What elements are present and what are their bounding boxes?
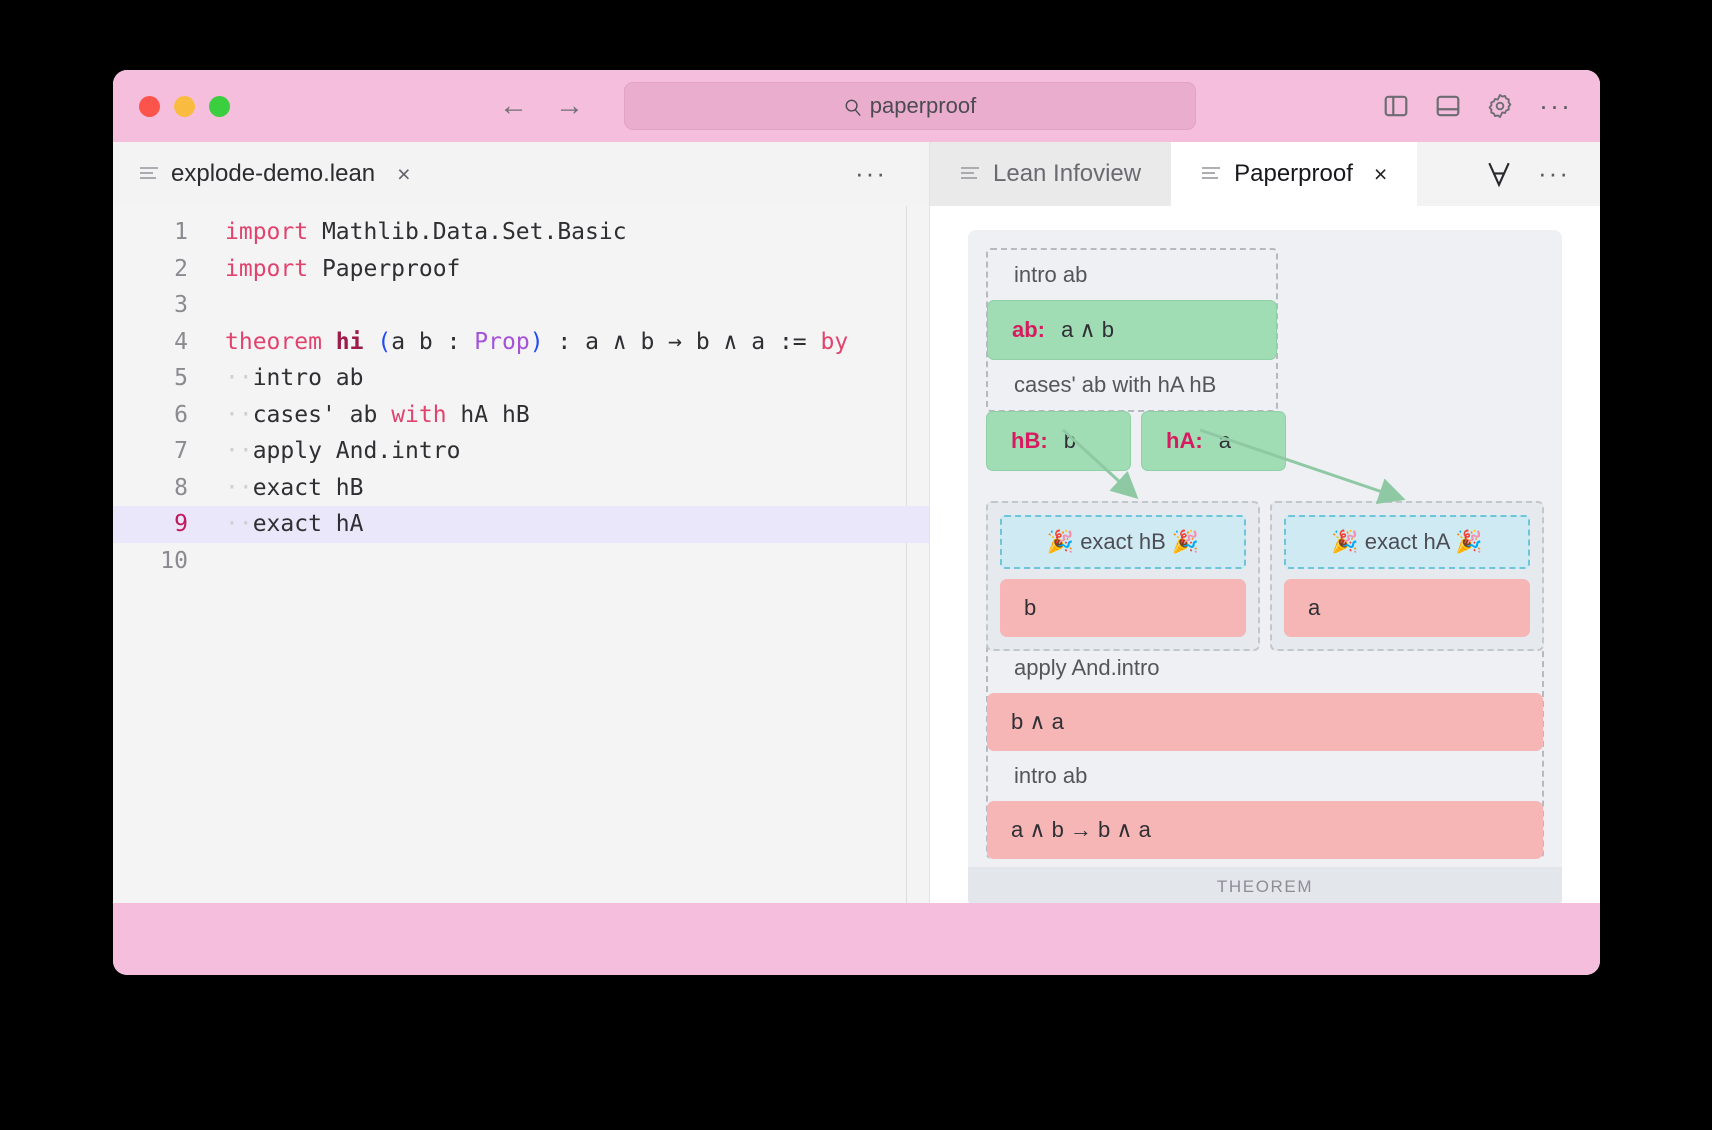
line-number-5: 5 bbox=[174, 365, 188, 392]
close-icon[interactable]: × bbox=[1374, 162, 1387, 186]
code-editor[interactable]: 1 import Mathlib.Data.Set.Basic 2 import Pa… bbox=[113, 206, 929, 903]
toggle-sidebar-icon[interactable] bbox=[1383, 93, 1409, 119]
window-body: explode-demo.lean × ··· 1 import Mathlib.… bbox=[113, 142, 1600, 903]
close-window-button[interactable] bbox=[139, 95, 160, 117]
code-line-1[interactable]: 1 import Mathlib.Data.Set.Basic bbox=[113, 214, 929, 251]
goal-b[interactable]: b bbox=[1000, 579, 1246, 637]
screenshot-root: ← → paperproof ··· explode-demo.lean × ·… bbox=[0, 0, 1712, 1130]
code-text-4: theorem hi (a b : Prop) : a ∧ b → b ∧ a … bbox=[225, 328, 849, 355]
hypothesis-ab-name: ab: bbox=[1012, 317, 1045, 342]
file-lines-icon bbox=[960, 166, 980, 182]
command-search-bar[interactable]: paperproof bbox=[624, 82, 1196, 130]
gear-icon[interactable] bbox=[1487, 93, 1513, 119]
tab-paperproof[interactable]: Paperproof × bbox=[1171, 142, 1418, 206]
hypothesis-ab[interactable]: ab: a ∧ b bbox=[987, 300, 1277, 360]
tab-label-paperproof: Paperproof bbox=[1234, 160, 1353, 187]
panel-overflow-menu[interactable]: ··· bbox=[1538, 161, 1570, 186]
tactic-label-intro-ab-top[interactable]: intro ab bbox=[988, 250, 1276, 300]
code-line-6[interactable]: 6 ··cases' ab with hA hB bbox=[113, 397, 929, 434]
tactic-label-intro-ab-bottom[interactable]: intro ab bbox=[988, 751, 1542, 801]
panel-actions: ··· bbox=[1486, 160, 1570, 188]
goal-implication[interactable]: a ∧ b → b ∧ a bbox=[987, 801, 1543, 859]
toggle-panel-icon[interactable] bbox=[1435, 93, 1461, 119]
code-text-9: ··exact hA bbox=[225, 511, 364, 538]
goal-b-and-a[interactable]: b ∧ a bbox=[987, 693, 1543, 751]
window-footer-strip bbox=[113, 903, 1600, 975]
tactic-group-apply-intro: apply And.intro b ∧ a intro ab a ∧ b → b… bbox=[986, 643, 1544, 859]
maximize-window-button[interactable] bbox=[209, 95, 230, 117]
code-text-5: ··intro ab bbox=[225, 365, 364, 392]
side-panel: Lean Infoview Paperproof × ··· intro ab … bbox=[930, 142, 1600, 903]
code-line-3[interactable]: 3 bbox=[113, 287, 929, 324]
line-number-8: 8 bbox=[174, 474, 188, 501]
search-input-value: paperproof bbox=[869, 93, 977, 118]
code-line-7[interactable]: 7 ··apply And.intro bbox=[113, 433, 929, 470]
editor-overflow-menu[interactable]: ··· bbox=[855, 161, 887, 186]
tactic-done-exact-hA[interactable]: 🎉 exact hA 🎉 bbox=[1284, 515, 1530, 569]
hypothesis-hB[interactable]: hB: b bbox=[986, 411, 1131, 471]
code-line-8[interactable]: 8 ··exact hB bbox=[113, 470, 929, 507]
hypothesis-hB-name: hB: bbox=[1011, 428, 1048, 453]
code-line-2[interactable]: 2 import Paperproof bbox=[113, 251, 929, 288]
code-text-7: ··apply And.intro bbox=[225, 438, 461, 465]
tactic-label-cases[interactable]: cases' ab with hA hB bbox=[988, 360, 1276, 410]
hypothesis-row: hB: b hA: a bbox=[986, 411, 1286, 471]
tab-lean-infoview[interactable]: Lean Infoview bbox=[930, 142, 1172, 206]
hypothesis-hB-type: b bbox=[1063, 428, 1077, 453]
code-text-1: import Mathlib.Data.Set.Basic bbox=[225, 219, 627, 246]
line-number-3: 3 bbox=[174, 292, 188, 319]
code-text-6: ··cases' ab with hA hB bbox=[225, 401, 530, 428]
tactic-group-intro-cases: intro ab ab: a ∧ b cases' ab with hA hB bbox=[986, 248, 1278, 412]
hypothesis-hA-name: hA: bbox=[1166, 428, 1203, 453]
line-number-9: 9 bbox=[174, 511, 188, 538]
code-text-8: ··exact hB bbox=[225, 474, 364, 501]
code-line-9[interactable]: 9 ··exact hA bbox=[113, 506, 929, 543]
code-line-4[interactable]: 4 theorem hi (a b : Prop) : a ∧ b → b ∧ a… bbox=[113, 324, 929, 361]
branch-exact-hB: 🎉 exact hB 🎉 b bbox=[986, 501, 1260, 651]
app-window: ← → paperproof ··· explode-demo.lean × ·… bbox=[113, 70, 1600, 975]
minimize-window-button[interactable] bbox=[174, 95, 195, 117]
line-number-1: 1 bbox=[174, 219, 188, 246]
titlebar-actions: ··· bbox=[1383, 92, 1572, 120]
tactic-done-exact-hB[interactable]: 🎉 exact hB 🎉 bbox=[1000, 515, 1246, 569]
file-lines-icon bbox=[139, 166, 159, 182]
panel-tabstrip: Lean Infoview Paperproof × ··· bbox=[930, 142, 1600, 206]
tab-label-lean-infoview: Lean Infoview bbox=[993, 160, 1142, 187]
line-number-4: 4 bbox=[174, 328, 188, 355]
paperproof-canvas[interactable]: intro ab ab: a ∧ b cases' ab with hA hB … bbox=[930, 206, 1600, 903]
forall-icon[interactable] bbox=[1486, 160, 1512, 188]
paperproof-proof-tree: intro ab ab: a ∧ b cases' ab with hA hB … bbox=[968, 230, 1562, 903]
forward-arrow-icon[interactable]: → bbox=[555, 91, 584, 121]
window-traffic-lights bbox=[139, 95, 230, 117]
line-number-6: 6 bbox=[174, 401, 188, 428]
branch-container: 🎉 exact hB 🎉 b 🎉 exact hA 🎉 a bbox=[986, 501, 1544, 651]
search-icon bbox=[844, 98, 861, 116]
close-icon[interactable]: × bbox=[397, 162, 410, 186]
hypothesis-ab-type: a ∧ b bbox=[1061, 317, 1114, 342]
line-number-7: 7 bbox=[174, 438, 188, 465]
branch-exact-hA: 🎉 exact hA 🎉 a bbox=[1270, 501, 1544, 651]
titlebar-overflow-menu[interactable]: ··· bbox=[1539, 92, 1572, 119]
editor-tab-label: explode-demo.lean bbox=[171, 160, 376, 187]
line-number-2: 2 bbox=[174, 255, 188, 282]
navigation-buttons: ← → bbox=[499, 91, 584, 121]
editor-pane: explode-demo.lean × ··· 1 import Mathlib.… bbox=[113, 142, 930, 903]
editor-tab-explode-demo[interactable]: explode-demo.lean × bbox=[113, 142, 431, 206]
code-line-5[interactable]: 5 ··intro ab bbox=[113, 360, 929, 397]
back-arrow-icon[interactable]: ← bbox=[499, 91, 528, 121]
code-text-2: import Paperproof bbox=[225, 255, 461, 282]
file-lines-icon bbox=[1201, 166, 1221, 182]
paperproof-footer-label: THEOREM bbox=[968, 867, 1562, 903]
hypothesis-hA[interactable]: hA: a bbox=[1141, 411, 1286, 471]
hypothesis-hA-type: a bbox=[1218, 428, 1232, 453]
line-number-10: 10 bbox=[160, 547, 188, 574]
goal-a[interactable]: a bbox=[1284, 579, 1530, 637]
code-line-10[interactable]: 10 bbox=[113, 543, 929, 580]
editor-tabstrip: explode-demo.lean × ··· bbox=[113, 142, 929, 206]
window-titlebar: ← → paperproof ··· bbox=[113, 70, 1600, 142]
